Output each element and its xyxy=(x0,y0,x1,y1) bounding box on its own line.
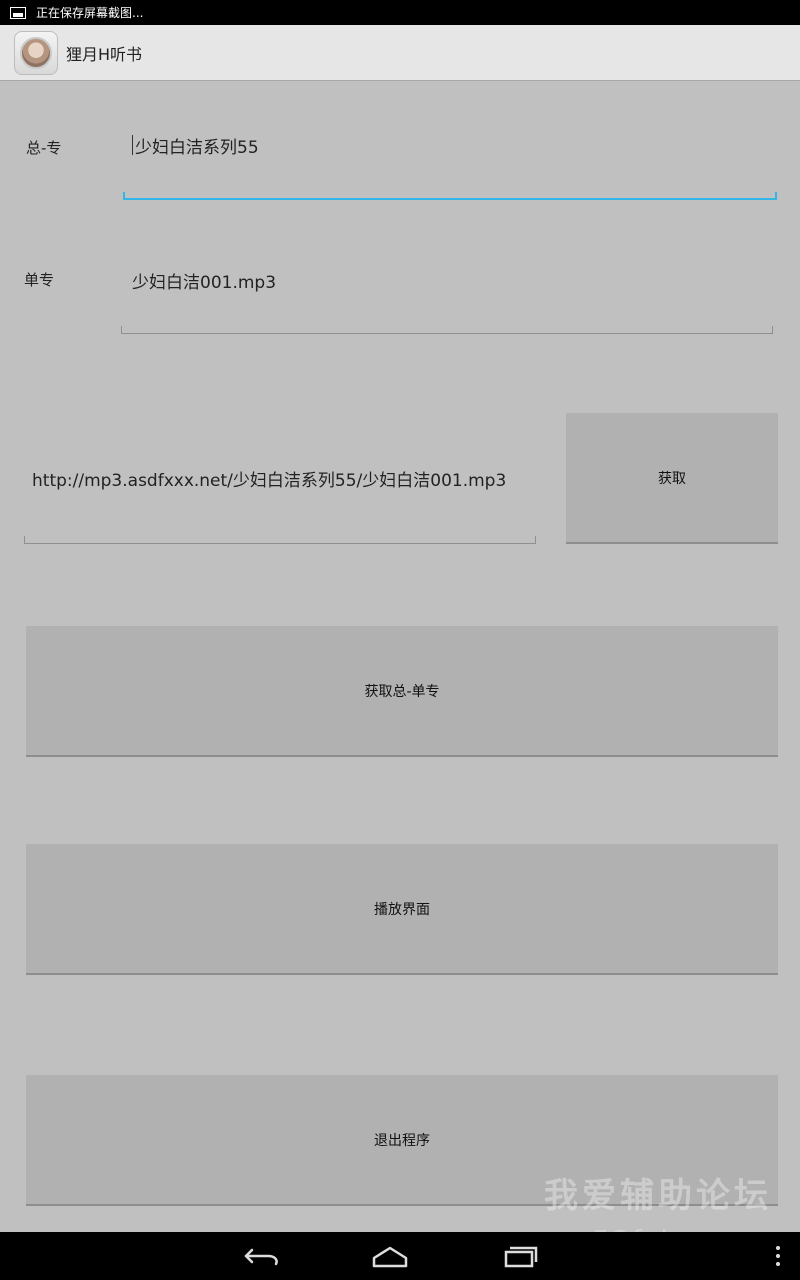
home-icon xyxy=(372,1246,408,1268)
play-screen-button[interactable]: 播放界面 xyxy=(26,844,778,975)
fetch-button[interactable]: 获取 xyxy=(566,413,778,544)
exit-program-label: 退出程序 xyxy=(374,1132,430,1149)
back-button[interactable] xyxy=(236,1240,288,1272)
avatar-icon xyxy=(20,36,52,69)
total-album-label: 总-专 xyxy=(26,139,62,157)
overflow-menu-icon[interactable] xyxy=(776,1246,780,1266)
home-button[interactable] xyxy=(364,1240,416,1272)
single-album-input[interactable]: 少妇白洁001.mp3 xyxy=(122,265,772,295)
url-value: http://mp3.asdfxxx.net/少妇白洁系列55/少妇白洁001.… xyxy=(32,470,507,491)
recent-apps-icon xyxy=(504,1246,538,1268)
app-title: 狸月H听书 xyxy=(66,44,143,64)
recent-apps-button[interactable] xyxy=(494,1240,546,1272)
back-icon xyxy=(244,1248,278,1266)
total-album-underline xyxy=(123,192,777,200)
single-album-underline xyxy=(121,326,773,334)
single-album-value: 少妇白洁001.mp3 xyxy=(132,272,277,293)
navigation-bar xyxy=(0,1232,800,1280)
action-bar: 狸月H听书 xyxy=(0,25,800,81)
screenshot-icon xyxy=(10,6,26,19)
url-input[interactable]: http://mp3.asdfxxx.net/少妇白洁系列55/少妇白洁001.… xyxy=(24,463,536,493)
url-underline xyxy=(24,536,536,544)
app-icon[interactable] xyxy=(14,30,58,75)
single-album-label: 单专 xyxy=(24,271,55,289)
play-screen-label: 播放界面 xyxy=(374,901,430,918)
watermark-title: 我爱辅助论坛 xyxy=(544,1176,772,1216)
fetch-button-label: 获取 xyxy=(658,470,686,487)
total-album-input[interactable]: 少妇白洁系列55 xyxy=(124,130,776,160)
status-notification-text: 正在保存屏幕截图... xyxy=(36,6,144,20)
status-bar: 正在保存屏幕截图... xyxy=(0,0,800,25)
fetch-total-single-label: 获取总-单专 xyxy=(364,683,440,700)
fetch-total-single-button[interactable]: 获取总-单专 xyxy=(26,626,778,757)
text-caret xyxy=(132,135,133,155)
total-album-value: 少妇白洁系列55 xyxy=(135,137,259,158)
